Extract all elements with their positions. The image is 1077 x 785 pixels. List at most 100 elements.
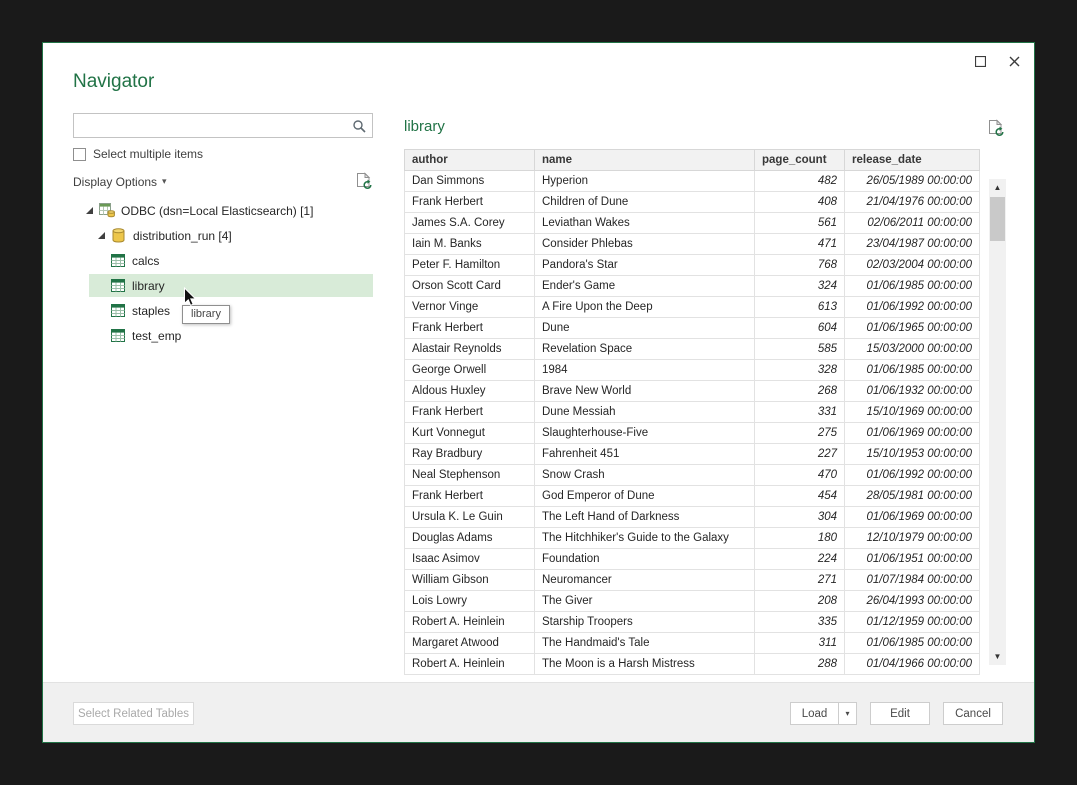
table-row: Douglas AdamsThe Hitchhiker's Guide to t… [405,528,980,549]
cell-name: The Left Hand of Darkness [535,507,755,528]
cell-release-date: 01/06/1965 00:00:00 [845,318,980,339]
close-button[interactable] [1004,51,1024,71]
select-multiple-checkbox[interactable] [73,148,86,161]
cell-page-count: 482 [755,171,845,192]
cell-name: Dune [535,318,755,339]
refresh-preview-icon[interactable] [988,119,1005,143]
cell-author: Alastair Reynolds [405,339,535,360]
tree-item-label: staples [132,304,170,318]
cell-release-date: 26/05/1989 00:00:00 [845,171,980,192]
cell-author: Ursula K. Le Guin [405,507,535,528]
table-row: Ursula K. Le GuinThe Left Hand of Darkne… [405,507,980,528]
cell-author: Aldous Huxley [405,381,535,402]
table-row: Isaac AsimovFoundation22401/06/1951 00:0… [405,549,980,570]
footer-buttons: Load ▾ Edit Cancel [790,702,1003,725]
cell-author: Iain M. Banks [405,234,535,255]
navigator-dialog: Navigator Select multiple items Display … [42,42,1035,743]
table-row: Iain M. BanksConsider Phlebas47123/04/19… [405,234,980,255]
scroll-up-icon[interactable]: ▲ [989,179,1006,196]
cell-name: A Fire Upon the Deep [535,297,755,318]
cell-name: Dune Messiah [535,402,755,423]
cell-name: The Moon is a Harsh Mistress [535,654,755,675]
expand-collapse-icon[interactable] [85,206,98,215]
cell-page-count: 311 [755,633,845,654]
cell-page-count: 613 [755,297,845,318]
cell-name: Children of Dune [535,192,755,213]
preview-table: authornamepage_countrelease_date Dan Sim… [404,149,980,675]
table-icon [109,253,126,269]
search-box [73,113,373,138]
table-row: Robert A. HeinleinThe Moon is a Harsh Mi… [405,654,980,675]
mouse-cursor [183,287,197,313]
table-row: William GibsonNeuromancer27101/07/1984 0… [405,570,980,591]
cell-author: Frank Herbert [405,318,535,339]
scrollbar-thumb[interactable] [990,197,1005,241]
column-header-name: name [535,150,755,171]
cell-page-count: 328 [755,360,845,381]
dialog-footer: Select Related Tables Load ▾ Edit Cancel [43,682,1034,742]
refresh-icon[interactable] [356,172,373,191]
cell-release-date: 02/06/2011 00:00:00 [845,213,980,234]
cell-author: Kurt Vonnegut [405,423,535,444]
cell-release-date: 15/03/2000 00:00:00 [845,339,980,360]
cell-page-count: 271 [755,570,845,591]
table-row: George Orwell198432801/06/1985 00:00:00 [405,360,980,381]
cell-page-count: 604 [755,318,845,339]
display-options-dropdown[interactable]: Display Options ▾ [73,175,167,189]
cell-page-count: 324 [755,276,845,297]
cell-release-date: 01/06/1969 00:00:00 [845,423,980,444]
cell-page-count: 768 [755,255,845,276]
table-row: Frank HerbertDune Messiah33115/10/1969 0… [405,402,980,423]
tree-item-calcs[interactable]: calcs [73,248,373,273]
load-button-label[interactable]: Load [791,703,838,724]
cell-name: The Handmaid's Tale [535,633,755,654]
tree-item-library[interactable]: library [73,273,373,298]
cell-release-date: 15/10/1953 00:00:00 [845,444,980,465]
cell-page-count: 408 [755,192,845,213]
tree-item-distribution-run-4[interactable]: distribution_run [4] [73,223,373,248]
table-row: Lois LowryThe Giver20826/04/1993 00:00:0… [405,591,980,612]
table-row: Kurt VonnegutSlaughterhouse-Five27501/06… [405,423,980,444]
edit-button[interactable]: Edit [870,702,930,725]
search-icon[interactable] [346,114,372,137]
expand-collapse-icon[interactable] [97,231,110,240]
cell-page-count: 208 [755,591,845,612]
tree-item-test-emp[interactable]: test_emp [73,323,373,348]
display-options-label: Display Options [73,175,157,189]
tree-item-label: calcs [132,254,159,268]
cell-page-count: 275 [755,423,845,444]
cell-author: Orson Scott Card [405,276,535,297]
cell-name: God Emperor of Dune [535,486,755,507]
cell-author: Vernor Vinge [405,297,535,318]
load-dropdown-arrow-icon[interactable]: ▾ [838,703,856,724]
cell-author: Douglas Adams [405,528,535,549]
cell-page-count: 180 [755,528,845,549]
select-related-tables-button[interactable]: Select Related Tables [73,702,194,725]
cell-author: Lois Lowry [405,591,535,612]
load-button[interactable]: Load ▾ [790,702,857,725]
scroll-down-icon[interactable]: ▼ [989,648,1006,665]
table-row: Frank HerbertGod Emperor of Dune45428/05… [405,486,980,507]
cell-name: Revelation Space [535,339,755,360]
cell-release-date: 01/06/1985 00:00:00 [845,633,980,654]
maximize-button[interactable] [970,51,990,71]
cancel-button[interactable]: Cancel [943,702,1003,725]
table-row: Orson Scott CardEnder's Game32401/06/198… [405,276,980,297]
cell-name: 1984 [535,360,755,381]
window-controls [970,51,1024,71]
tree-item-odbc-dsn-local-elasticsearch-1[interactable]: ODBC (dsn=Local Elasticsearch) [1] [73,198,373,223]
cell-name: The Giver [535,591,755,612]
table-icon [109,328,126,344]
cell-author: Ray Bradbury [405,444,535,465]
table-row: Frank HerbertChildren of Dune40821/04/19… [405,192,980,213]
cell-author: Margaret Atwood [405,633,535,654]
cell-release-date: 01/07/1984 00:00:00 [845,570,980,591]
cell-release-date: 01/06/1985 00:00:00 [845,276,980,297]
source-icon [98,203,115,219]
select-multiple-label: Select multiple items [93,147,203,161]
vertical-scrollbar[interactable]: ▲ ▼ [989,179,1006,665]
chevron-down-icon: ▾ [162,176,167,187]
cell-name: Neuromancer [535,570,755,591]
cell-author: Isaac Asimov [405,549,535,570]
search-input[interactable] [74,114,346,137]
